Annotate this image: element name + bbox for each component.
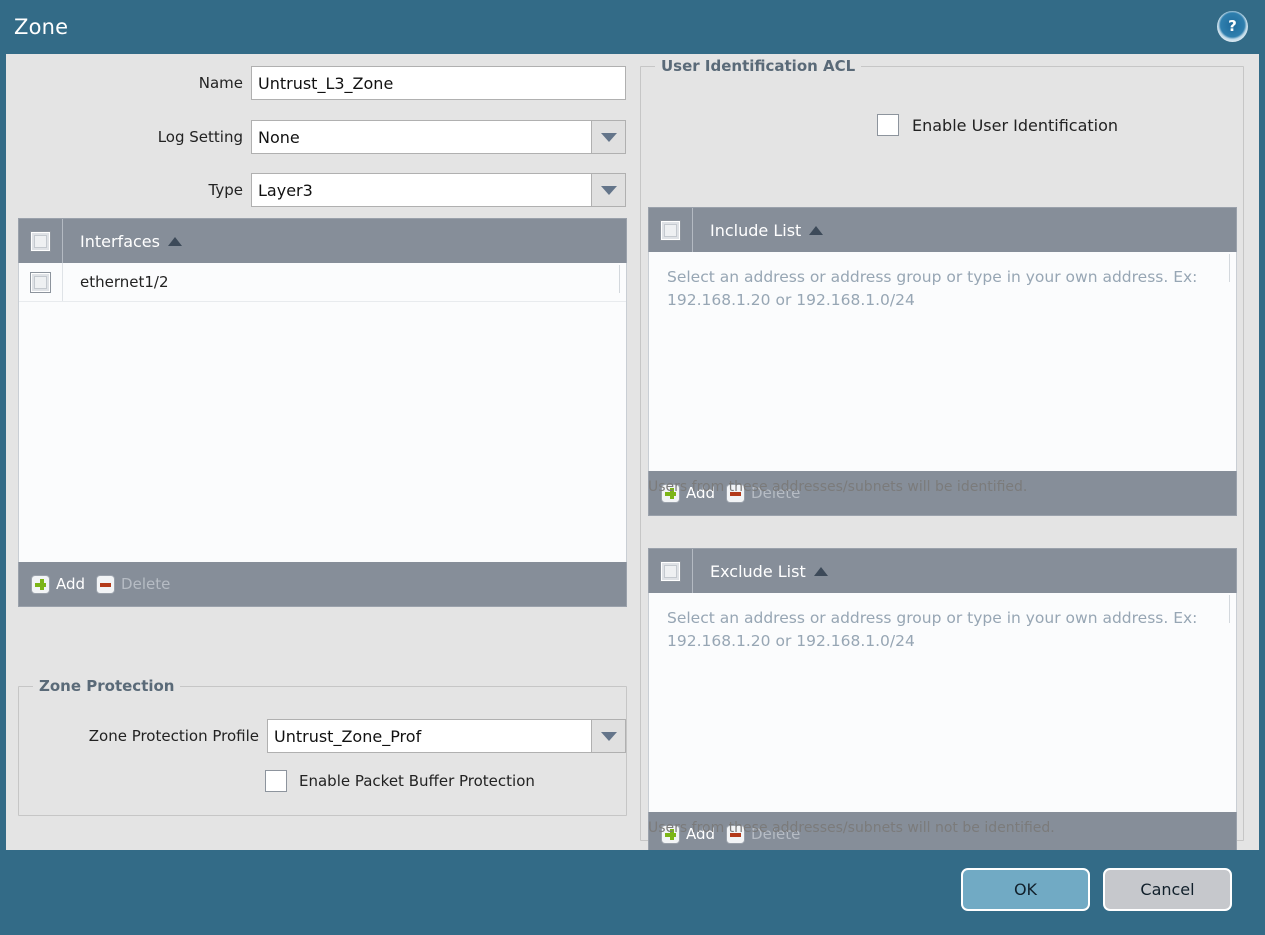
zone-protection-profile-value[interactable]: Untrust_Zone_Prof <box>267 719 592 753</box>
include-list-hint: Users from these addresses/subnets will … <box>648 479 1028 495</box>
zone-protection-profile-dropdown-button[interactable] <box>592 719 626 753</box>
packet-buffer-protection-row: Enable Packet Buffer Protection <box>265 770 535 792</box>
exclude-list-scrollbar[interactable] <box>1229 595 1230 623</box>
include-list-header-label: Include List <box>710 220 802 240</box>
include-list-scrollbar[interactable] <box>1229 254 1230 282</box>
zone-protection-profile-row: Zone Protection Profile Untrust_Zone_Pro… <box>19 719 628 753</box>
dialog-title: Zone <box>14 15 69 39</box>
exclude-list-table: Exclude List Select an address or addres… <box>648 548 1237 857</box>
exclude-select-all-cell <box>649 549 693 593</box>
dialog-titlebar: Zone ? <box>0 0 1265 54</box>
cancel-button[interactable]: Cancel <box>1103 868 1232 911</box>
chevron-down-icon <box>600 185 617 195</box>
interfaces-table-toolbar: Add Delete <box>18 562 627 607</box>
interfaces-add-label: Add <box>56 575 86 593</box>
zone-protection-profile-label: Zone Protection Profile <box>88 727 259 745</box>
interfaces-table-body: ethernet1/2 <box>18 263 627 562</box>
name-row: Name Untrust_L3_Zone <box>18 66 633 100</box>
table-row[interactable]: ethernet1/2 <box>19 263 626 302</box>
help-circle-icon[interactable]: ? <box>1217 11 1248 42</box>
enable-user-identification-label: Enable User Identification <box>912 115 1119 135</box>
chevron-down-icon <box>600 132 617 142</box>
help-question-glyph: ? <box>1228 16 1237 35</box>
include-list-table: Include List Select an address or addres… <box>648 207 1237 516</box>
enable-user-identification-row: Enable User Identification <box>877 114 1118 136</box>
interfaces-add-button[interactable]: Add <box>31 574 86 594</box>
exclude-list-header-label: Exclude List <box>710 561 806 581</box>
chevron-down-icon <box>600 731 617 741</box>
zone-protection-fieldset: Zone Protection Zone Protection Profile … <box>18 677 628 816</box>
name-input[interactable]: Untrust_L3_Zone <box>251 66 626 100</box>
row-select-cell <box>19 263 63 301</box>
sort-ascending-icon[interactable] <box>809 225 824 235</box>
enable-user-identification-checkbox[interactable] <box>877 114 899 136</box>
include-list-header: Include List <box>648 207 1237 252</box>
interface-name: ethernet1/2 <box>80 273 169 291</box>
include-select-all-checkbox[interactable] <box>660 219 681 241</box>
log-setting-row: Log Setting None <box>18 120 633 154</box>
packet-buffer-protection-label: Enable Packet Buffer Protection <box>299 772 535 790</box>
minus-icon <box>96 574 116 594</box>
interfaces-table-header: Interfaces <box>18 218 627 263</box>
sort-ascending-icon[interactable] <box>167 236 182 246</box>
zone-protection-legend: Zone Protection <box>33 677 181 695</box>
type-value[interactable]: Layer3 <box>251 173 592 207</box>
log-setting-label: Log Setting <box>157 128 243 146</box>
include-list-header-text[interactable]: Include List <box>710 220 824 240</box>
interfaces-scrollbar[interactable] <box>619 265 620 293</box>
zone-dialog: Zone ? Name Untrust_L3_Zone Log Setting … <box>0 0 1265 935</box>
dialog-footer: OK Cancel <box>0 850 1265 935</box>
sort-ascending-icon[interactable] <box>813 566 828 576</box>
exclude-select-all-checkbox[interactable] <box>660 560 681 582</box>
row-select-checkbox[interactable] <box>30 271 51 293</box>
type-row: Type Layer3 <box>18 173 633 207</box>
type-label: Type <box>208 181 243 199</box>
ok-button[interactable]: OK <box>961 868 1090 911</box>
include-select-all-cell <box>649 208 693 252</box>
exclude-list-placeholder: Select an address or address group or ty… <box>667 609 1198 650</box>
interfaces-table: Interfaces ethernet1/2 Add Delete <box>18 218 627 607</box>
log-setting-dropdown-button[interactable] <box>592 120 626 154</box>
interfaces-select-all-checkbox[interactable] <box>30 230 51 252</box>
packet-buffer-protection-checkbox[interactable] <box>265 770 287 792</box>
exclude-list-header: Exclude List <box>648 548 1237 593</box>
name-label: Name <box>198 74 243 92</box>
include-list-body[interactable]: Select an address or address group or ty… <box>648 252 1237 471</box>
log-setting-value[interactable]: None <box>251 120 592 154</box>
user-identification-acl-fieldset: User Identification ACL Enable User Iden… <box>640 57 1244 857</box>
interfaces-select-all-cell <box>19 219 63 263</box>
exclude-list-body[interactable]: Select an address or address group or ty… <box>648 593 1237 812</box>
exclude-list-header-text[interactable]: Exclude List <box>710 562 828 581</box>
user-identification-acl-legend: User Identification ACL <box>655 57 862 75</box>
interfaces-header-text[interactable]: Interfaces <box>80 232 182 251</box>
type-dropdown-button[interactable] <box>592 173 626 207</box>
exclude-list-hint: Users from these addresses/subnets will … <box>648 820 1055 836</box>
interfaces-delete-label: Delete <box>121 575 171 593</box>
plus-icon <box>31 574 50 594</box>
include-list-placeholder: Select an address or address group or ty… <box>667 268 1198 309</box>
interfaces-delete-button[interactable]: Delete <box>96 574 171 594</box>
interfaces-header-label: Interfaces <box>80 231 160 251</box>
dialog-content: Name Untrust_L3_Zone Log Setting None Ty… <box>6 54 1259 857</box>
